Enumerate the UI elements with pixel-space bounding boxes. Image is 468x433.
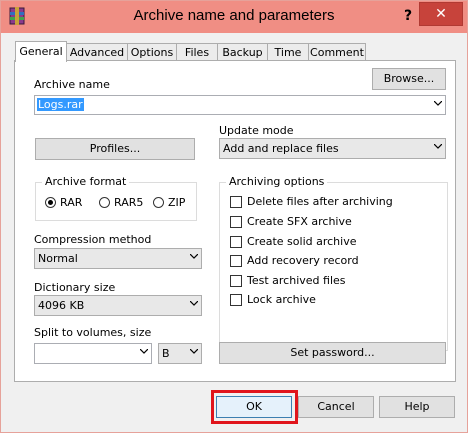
split-volumes-label: Split to volumes, size — [34, 326, 152, 339]
archiving-options-title: Archiving options — [226, 175, 328, 188]
set-password-button[interactable]: Set password... — [219, 342, 446, 364]
compression-method-value: Normal — [38, 252, 78, 265]
test-archived-label[interactable]: Test archived files — [247, 274, 346, 287]
title-bar[interactable]: Archive name and parameters ? ✕ — [1, 1, 467, 33]
tab-general[interactable]: General — [15, 41, 67, 62]
checkbox-create-solid[interactable] — [230, 236, 242, 248]
checkbox-test-archived[interactable] — [230, 275, 242, 287]
archive-name-value[interactable]: Logs.rar — [37, 98, 84, 111]
dialog-window: Archive name and parameters ? ✕ General … — [0, 0, 468, 433]
cancel-button[interactable]: Cancel — [298, 396, 374, 418]
radio-zip-label[interactable]: ZIP — [168, 196, 185, 209]
tab-comment[interactable]: Comment — [308, 43, 366, 61]
radio-rar[interactable] — [45, 197, 56, 208]
tab-files[interactable]: Files — [176, 43, 218, 61]
dictionary-size-select[interactable]: 4096 KB — [34, 295, 202, 316]
split-size-combo[interactable] — [34, 343, 152, 364]
radio-rar5-label[interactable]: RAR5 — [114, 196, 143, 209]
chevron-down-icon — [190, 254, 198, 259]
delete-files-label[interactable]: Delete files after archiving — [247, 195, 393, 208]
checkbox-delete-files[interactable] — [230, 196, 242, 208]
tab-backup[interactable]: Backup — [217, 43, 268, 61]
chevron-down-icon — [190, 301, 198, 306]
radio-rar-label[interactable]: RAR — [60, 196, 82, 209]
browse-button[interactable]: Browse... — [372, 68, 446, 90]
radio-selected-dot — [48, 200, 53, 205]
tab-options[interactable]: Options — [127, 43, 177, 61]
close-button[interactable]: ✕ — [419, 2, 463, 26]
chevron-down-icon — [190, 349, 198, 354]
checkbox-create-sfx[interactable] — [230, 216, 242, 228]
split-unit-value: B — [162, 347, 170, 360]
help-title-button[interactable]: ? — [396, 5, 420, 27]
tab-advanced[interactable]: Advanced — [66, 43, 128, 61]
update-mode-value: Add and replace files — [223, 142, 339, 155]
update-mode-label: Update mode — [219, 124, 294, 137]
compression-method-select[interactable]: Normal — [34, 248, 202, 269]
highlight-box — [211, 390, 298, 424]
dialog-client: General Advanced Options Files Backup Ti… — [8, 33, 460, 424]
recovery-record-label[interactable]: Add recovery record — [247, 254, 359, 267]
chevron-down-icon[interactable] — [434, 101, 442, 106]
create-solid-label[interactable]: Create solid archive — [247, 235, 356, 248]
compression-method-label: Compression method — [34, 233, 152, 246]
archive-format-title: Archive format — [42, 175, 130, 188]
checkbox-recovery-record[interactable] — [230, 255, 242, 267]
help-button[interactable]: Help — [379, 396, 455, 418]
checkbox-lock-archive[interactable] — [230, 294, 242, 306]
archive-name-label: Archive name — [34, 78, 110, 91]
lock-archive-label[interactable]: Lock archive — [247, 293, 316, 306]
general-page: Archive name Browse... Logs.rar Update m… — [14, 60, 456, 382]
chevron-down-icon[interactable] — [140, 349, 148, 354]
create-sfx-label[interactable]: Create SFX archive — [247, 215, 352, 228]
archiving-options-group: Archiving options Delete files after arc… — [219, 175, 448, 351]
archive-format-group: Archive format RAR RAR5 ZIP — [35, 175, 197, 221]
dictionary-size-label: Dictionary size — [34, 281, 116, 294]
archive-name-combo[interactable]: Logs.rar — [34, 95, 446, 115]
dictionary-size-value: 4096 KB — [38, 299, 85, 312]
radio-zip[interactable] — [153, 197, 164, 208]
update-mode-select[interactable]: Add and replace files — [219, 138, 446, 159]
chevron-down-icon — [434, 144, 442, 149]
radio-rar5[interactable] — [99, 197, 110, 208]
profiles-button[interactable]: Profiles... — [35, 138, 195, 160]
tab-time[interactable]: Time — [267, 43, 309, 61]
split-unit-select[interactable]: B — [158, 343, 202, 364]
